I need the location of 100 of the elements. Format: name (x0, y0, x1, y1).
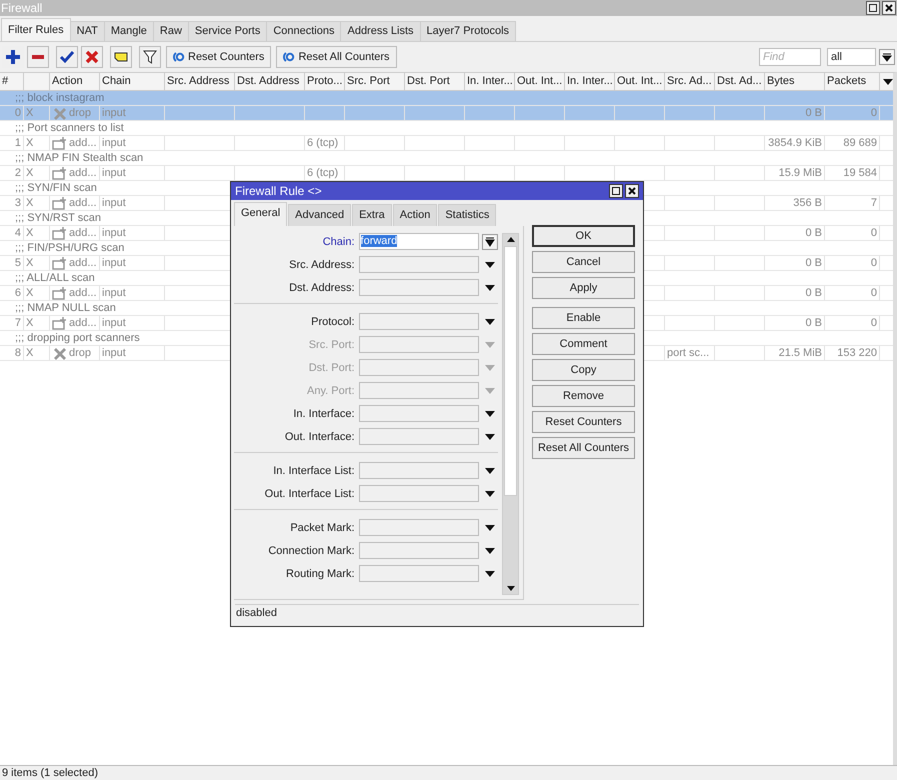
input-field[interactable]: forward (358, 233, 480, 250)
column-header[interactable]: In. Inter... (465, 73, 515, 90)
reset-button[interactable]: Reset All Counters (276, 46, 397, 68)
column-header[interactable]: In. Inter... (565, 73, 615, 90)
input-field[interactable] (358, 428, 480, 445)
dialog-button[interactable]: Copy (532, 359, 635, 381)
dialog-button[interactable]: Remove (532, 385, 635, 407)
scroll-thumb[interactable] (504, 246, 517, 496)
table-cell: X (24, 196, 50, 210)
table-cell: input (100, 106, 165, 120)
column-header[interactable]: Src. Ad... (665, 73, 715, 90)
close-icon[interactable] (625, 184, 639, 198)
column-header[interactable]: Action (50, 73, 100, 90)
field-label: Packet Mark: (289, 522, 356, 534)
table-cell: input (100, 226, 165, 240)
rule-comment: ;;; NMAP NULL scan (15, 302, 116, 314)
column-menu-icon[interactable] (882, 78, 892, 84)
table-cell: X (24, 136, 50, 150)
column-header[interactable]: Packets (825, 73, 880, 90)
input-field[interactable] (358, 359, 480, 376)
dialog-button[interactable]: Comment (532, 333, 635, 355)
table-cell: 3 (0, 196, 24, 210)
input-field[interactable] (358, 256, 480, 273)
field-label: Src. Address: (288, 258, 356, 270)
input-field[interactable] (358, 565, 480, 582)
input-field[interactable] (358, 519, 480, 536)
input-field[interactable] (358, 382, 480, 399)
table-cell: 7 (0, 316, 24, 330)
input-field[interactable] (358, 313, 480, 330)
find-field[interactable]: Find (759, 48, 821, 66)
field-label: Src. Port: (308, 338, 356, 350)
tab[interactable]: Address Lists (340, 21, 421, 41)
tab[interactable]: Action (392, 204, 438, 226)
dropdown-icon[interactable] (482, 234, 498, 250)
input-field[interactable] (358, 279, 480, 296)
table-cell: input (100, 286, 165, 300)
column-header[interactable]: Chain (100, 73, 165, 90)
restore-icon[interactable] (866, 1, 880, 15)
column-header[interactable]: Out. Int... (515, 73, 565, 90)
field-label: In. Interface List: (272, 464, 356, 476)
table-cell: 3854.9 KiB (765, 136, 825, 150)
table-cell: X (24, 286, 50, 300)
dialog-button[interactable]: Enable (532, 307, 635, 329)
table-cell: input (100, 166, 165, 180)
column-header[interactable]: Out. Int... (615, 73, 665, 90)
column-header[interactable]: Dst. Port (405, 73, 465, 90)
table-cell: 6 (tcp) (305, 136, 345, 150)
table-cell: 5 (0, 256, 24, 270)
column-header[interactable]: Dst. Ad... (715, 73, 765, 90)
dialog-button[interactable]: OK (532, 225, 635, 247)
table-cell: 0 B (765, 226, 825, 240)
table-cell: X (24, 256, 50, 270)
table-cell: 0 B (765, 316, 825, 330)
column-header[interactable]: Src. Address (165, 73, 235, 90)
table-cell: 0 (825, 106, 880, 120)
close-icon[interactable] (882, 1, 896, 15)
input-field[interactable] (358, 485, 480, 502)
tab[interactable]: Advanced (288, 204, 352, 226)
column-header[interactable]: Src. Port (345, 73, 405, 90)
box-plus-icon (52, 256, 66, 270)
tab[interactable]: Service Ports (188, 21, 268, 41)
tab[interactable]: Statistics (438, 204, 496, 226)
field-label: Dst. Address: (288, 282, 356, 294)
table-cell: 356 B (765, 196, 825, 210)
column-header[interactable]: Dst. Address (235, 73, 305, 90)
input-field[interactable] (358, 336, 480, 353)
tab[interactable]: NAT (70, 21, 105, 41)
column-header[interactable]: Proto... (305, 73, 345, 90)
dialog-button[interactable]: Reset Counters (532, 411, 635, 433)
column-header[interactable]: # (0, 73, 24, 90)
tab[interactable]: Layer7 Protocols (420, 21, 516, 41)
input-field[interactable] (358, 542, 480, 559)
reset-button[interactable]: Reset Counters (166, 46, 272, 68)
table-cell: input (100, 256, 165, 270)
column-header[interactable]: Bytes (765, 73, 825, 90)
tab[interactable]: Extra (352, 204, 392, 226)
input-field[interactable] (358, 462, 480, 479)
tab[interactable]: Filter Rules (1, 18, 71, 41)
table-cell: input (100, 136, 165, 150)
window-title: Firewall (1, 1, 42, 15)
maximize-icon[interactable] (609, 184, 623, 198)
tab[interactable]: Connections (266, 21, 342, 41)
dialog-button[interactable]: Apply (532, 277, 635, 299)
field-label: Routing Mark: (285, 568, 356, 580)
input-field[interactable] (358, 405, 480, 422)
table-cell: X (24, 316, 50, 330)
table-cell: add... (69, 196, 97, 210)
table-cell: 0 (0, 106, 24, 120)
tab[interactable]: Mangle (104, 21, 154, 41)
table-cell: X (24, 346, 50, 360)
filter-dropdown[interactable]: all (827, 48, 876, 66)
table-cell: X (24, 166, 50, 180)
dialog-button[interactable]: Cancel (532, 251, 635, 273)
tab[interactable]: General (234, 202, 288, 226)
table-cell: add... (69, 136, 97, 150)
tab[interactable]: Raw (152, 21, 189, 41)
table-cell: 0 (825, 226, 880, 240)
dropdown-icon[interactable] (879, 49, 895, 65)
table-cell: drop (69, 346, 92, 360)
dialog-button[interactable]: Reset All Counters (532, 437, 635, 459)
